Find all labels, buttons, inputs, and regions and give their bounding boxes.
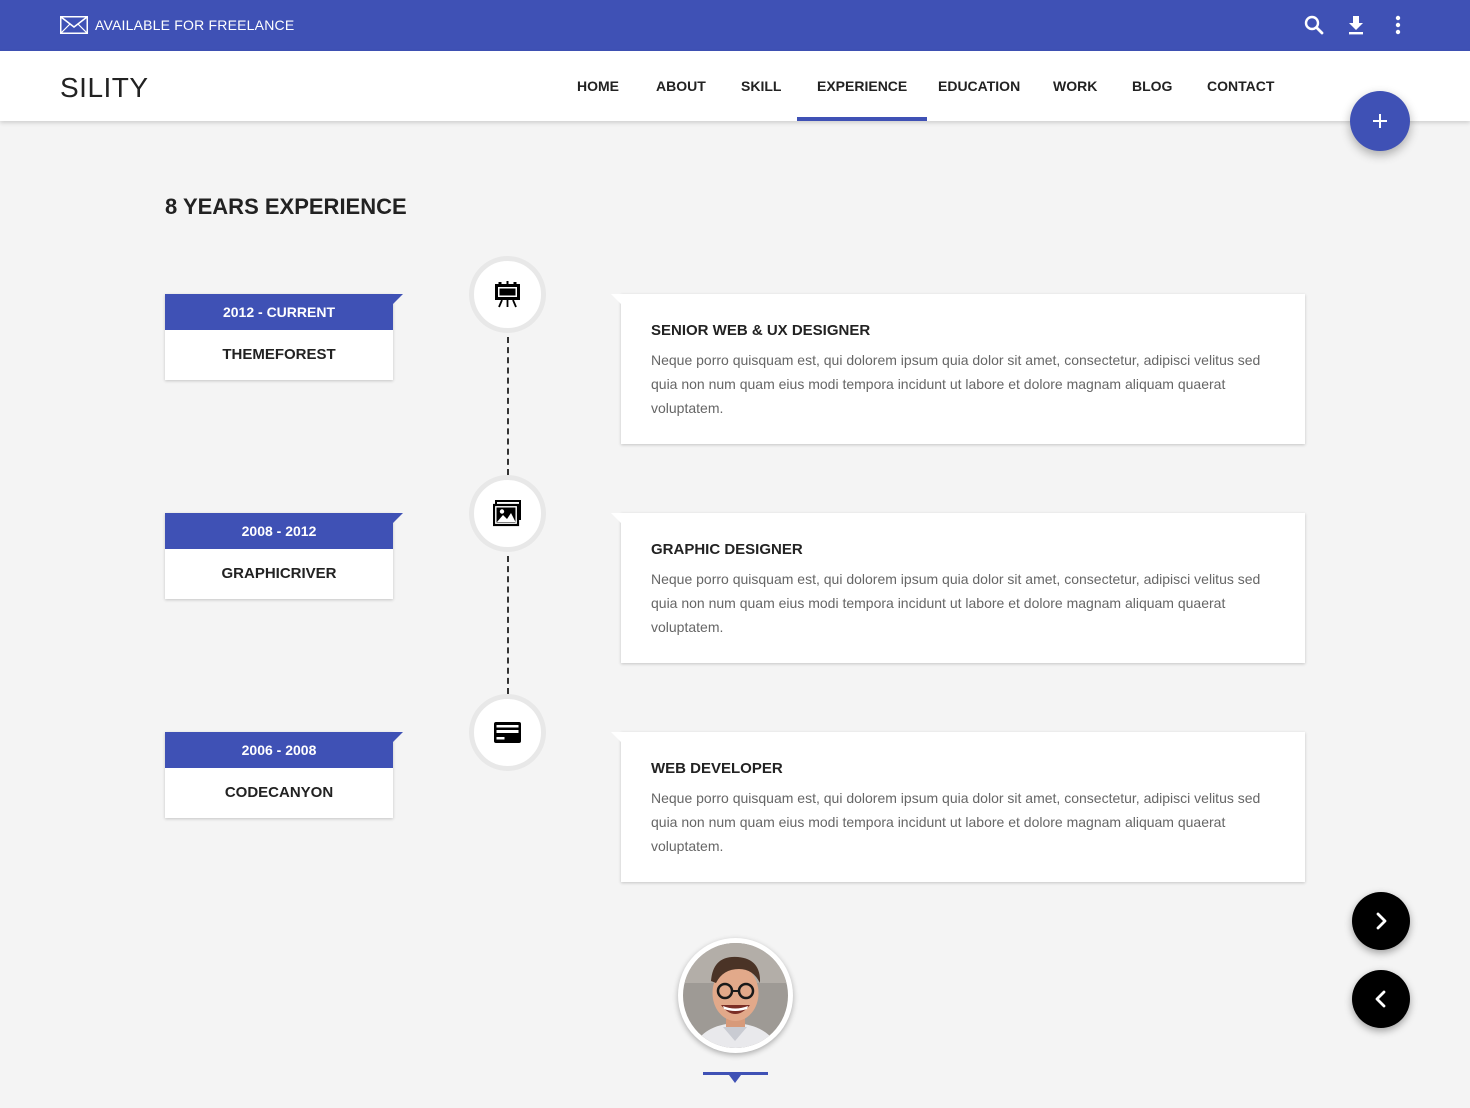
- timeline-node: [469, 256, 546, 333]
- company-name: GRAPHICRIVER: [221, 565, 337, 582]
- experience-date-card: 2012 - CURRENT THEMEFOREST: [165, 294, 403, 380]
- profile-photo: [683, 943, 788, 1048]
- experience-date-card: 2006 - 2008 CODECANYON: [165, 732, 403, 818]
- add-button[interactable]: [1350, 91, 1410, 151]
- next-button[interactable]: [1352, 892, 1410, 950]
- more-vert-icon[interactable]: [1386, 13, 1410, 37]
- card-notch: [611, 513, 621, 523]
- job-title: WEB DEVELOPER: [651, 760, 783, 777]
- job-description: Neque porro quisquam est, qui dolorem ip…: [651, 790, 1261, 854]
- credit-card-icon: [494, 722, 521, 743]
- nav-skill[interactable]: SKILL: [741, 51, 781, 121]
- job-card: GRAPHIC DESIGNER Neque porro quisquam es…: [611, 513, 1305, 663]
- job-description: Neque porro quisquam est, qui dolorem ip…: [651, 352, 1261, 416]
- card-notch: [611, 732, 621, 742]
- company-name: CODECANYON: [224, 784, 334, 801]
- job-title: SENIOR WEB & UX DESIGNER: [651, 322, 871, 339]
- nav-contact[interactable]: CONTACT: [1207, 51, 1274, 121]
- card-notch: [611, 294, 621, 304]
- easel-icon: [495, 281, 520, 308]
- search-icon[interactable]: [1302, 13, 1326, 37]
- timeline-node: [469, 694, 546, 771]
- ribbon-flag: [393, 513, 403, 523]
- experience-date: 2006 - 2008: [165, 732, 393, 768]
- nav-work[interactable]: WORK: [1053, 51, 1097, 121]
- chevron-left-icon: [1375, 990, 1386, 1008]
- mail-icon: [60, 16, 88, 34]
- timeline-connector: [507, 556, 509, 694]
- chevron-right-icon: [1376, 912, 1387, 930]
- main-navbar: SILITY HOME ABOUT SKILL EXPERIENCE EDUCA…: [0, 51, 1470, 121]
- nav-home[interactable]: HOME: [577, 51, 619, 121]
- job-card: WEB DEVELOPER Neque porro quisquam est, …: [611, 732, 1305, 882]
- experience-date: 2008 - 2012: [165, 513, 393, 549]
- indicator-arrow: [729, 1075, 741, 1083]
- job-description: Neque porro quisquam est, qui dolorem ip…: [651, 571, 1261, 635]
- nav-education[interactable]: EDUCATION: [938, 51, 1020, 121]
- job-title: GRAPHIC DESIGNER: [651, 541, 803, 558]
- download-icon[interactable]: [1344, 13, 1368, 37]
- photos-icon: [493, 500, 521, 527]
- top-bar: AVAILABLE FOR FREELANCE: [0, 0, 1470, 51]
- nav-about[interactable]: ABOUT: [656, 51, 706, 121]
- previous-button[interactable]: [1352, 970, 1410, 1028]
- nav-experience[interactable]: EXPERIENCE: [796, 51, 928, 121]
- experience-date-card: 2008 - 2012 GRAPHICRIVER: [165, 513, 403, 599]
- plus-icon: [1373, 114, 1387, 128]
- freelance-status: AVAILABLE FOR FREELANCE: [95, 17, 295, 33]
- section-title: 8 YEARS EXPERIENCE: [165, 194, 407, 219]
- timeline-node: [469, 475, 546, 552]
- timeline-connector: [507, 337, 509, 475]
- experience-date: 2012 - CURRENT: [165, 294, 393, 330]
- site-logo[interactable]: SILITY: [60, 72, 149, 104]
- nav-blog[interactable]: BLOG: [1132, 51, 1172, 121]
- company-name: THEMEFOREST: [222, 346, 336, 363]
- job-card: SENIOR WEB & UX DESIGNER Neque porro qui…: [611, 294, 1305, 444]
- ribbon-flag: [393, 294, 403, 304]
- ribbon-flag: [393, 732, 403, 742]
- avatar[interactable]: [678, 938, 793, 1053]
